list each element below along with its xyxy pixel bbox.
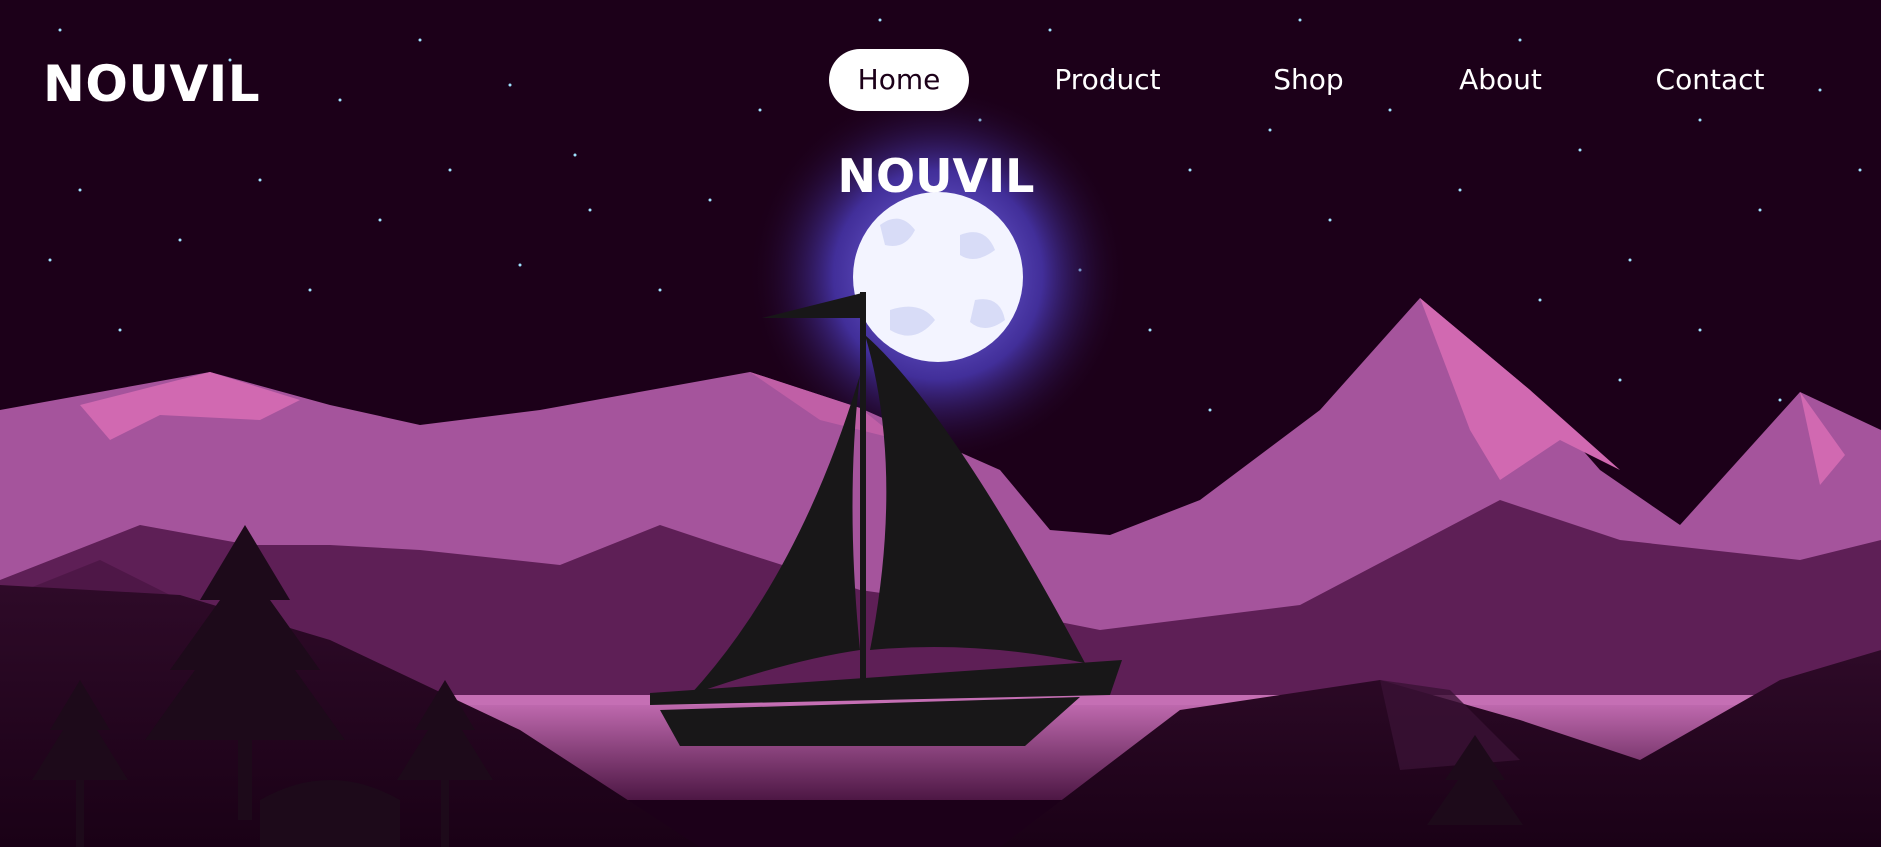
nav-item-home[interactable]: Home [829,49,969,111]
nav-item-product[interactable]: Product [1035,49,1180,111]
nav-item-shop[interactable]: Shop [1250,49,1367,111]
night-landscape-illustration [0,0,1881,847]
moon-icon [853,192,1023,362]
hero-title: NOUVIL [837,149,1035,203]
hero-section: NOUVIL Home Product Shop About Contact N… [0,0,1881,847]
nav-item-about[interactable]: About [1438,49,1563,111]
nav-item-contact[interactable]: Contact [1640,49,1780,111]
main-nav: Home Product Shop About Contact [0,49,1881,111]
